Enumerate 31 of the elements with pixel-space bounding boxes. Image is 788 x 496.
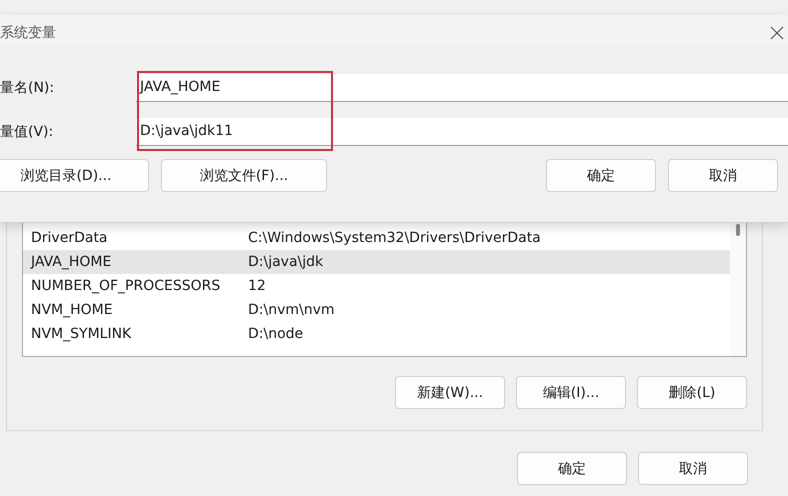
close-icon[interactable]	[770, 26, 784, 40]
scrollbar[interactable]	[730, 222, 746, 356]
variable-value: D:\node	[248, 326, 304, 342]
variable-name: NUMBER_OF_PROCESSORS	[30, 278, 222, 294]
list-row[interactable]: DriverData C:\Windows\System32\Drivers\DriverData	[23, 226, 730, 250]
footer-button[interactable]: 确定	[517, 452, 627, 485]
list-row[interactable]: JAVA_HOME D:\java\jdk	[23, 250, 730, 274]
list-button[interactable]: 删除(L)	[637, 376, 747, 409]
list-row[interactable]: NVM_SYMLINK D:\node	[23, 322, 730, 346]
variable-value: D:\nvm\nvm	[248, 302, 335, 318]
dialog-button[interactable]: 取消	[668, 159, 778, 192]
input-field[interactable]: JAVA_HOME	[136, 74, 788, 102]
field-label: 量值(V):	[0, 122, 54, 140]
variable-value: D:\java\jdk	[248, 254, 324, 270]
browse-button[interactable]: 浏览目录(D)...	[0, 159, 149, 192]
footer-button[interactable]: 取消	[638, 452, 748, 485]
variable-name: NVM_SYMLINK	[30, 326, 132, 342]
dialog-button[interactable]: 确定	[546, 159, 656, 192]
input-field[interactable]: D:\java\jdk11	[136, 118, 788, 146]
variable-value: 12	[248, 278, 266, 294]
browse-button[interactable]: 浏览文件(F)...	[161, 159, 327, 192]
list-row[interactable]: NVM_HOME D:\nvm\nvm	[23, 298, 730, 322]
list-button[interactable]: 编辑(I)...	[516, 376, 626, 409]
dialog-title: 系统变量	[0, 24, 56, 42]
field-label: 量名(N):	[0, 78, 56, 96]
variable-name: JAVA_HOME	[29, 254, 112, 270]
variable-value: C:\Windows\System32\Drivers\DriverData	[248, 230, 541, 246]
list-button[interactable]: 新建(W)...	[395, 376, 505, 409]
variable-name: DriverData	[30, 230, 109, 246]
variable-name: NVM_HOME	[30, 302, 114, 318]
list-row[interactable]: NUMBER_OF_PROCESSORS 12	[23, 274, 730, 298]
